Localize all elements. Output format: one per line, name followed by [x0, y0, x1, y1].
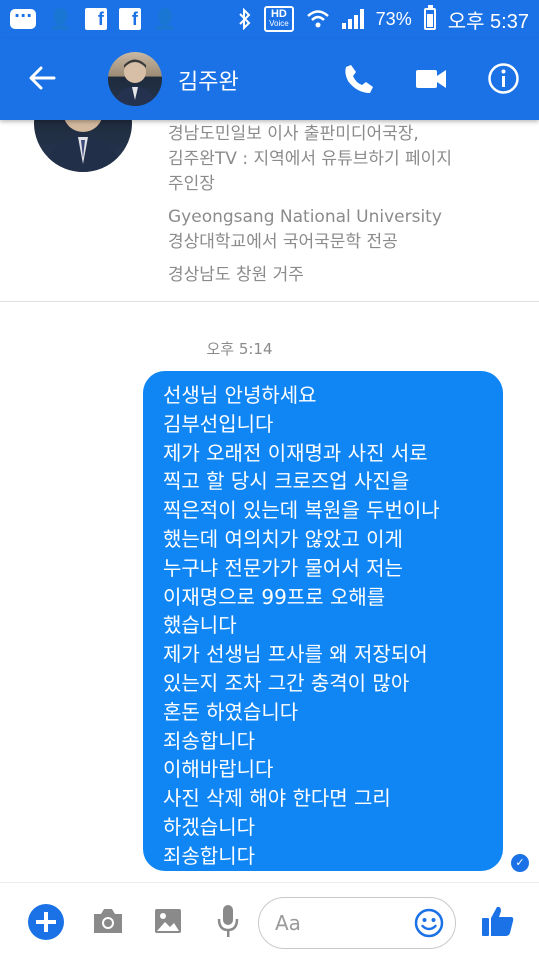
like-button[interactable] — [480, 903, 516, 939]
battery-percent: 73% — [375, 8, 412, 29]
hd-voice-badge: HD Voice — [264, 6, 294, 32]
profile-location: 경상남도 창원 거주 — [168, 265, 304, 285]
status-left: 👤 f f 👤 — [10, 6, 178, 31]
profile-line-2: 김주완TV : 지역에서 유튜브하기 페이지 — [168, 149, 452, 169]
sent-message-bubble[interactable]: 선생님 안녕하세요 김부선입니다 제가 오래전 이재명과 사진 서로 찍고 할 … — [143, 371, 503, 871]
message-line: 했는데 여의치가 않았고 이게 — [163, 526, 403, 551]
facebook-notification-icon-2: f — [118, 8, 141, 30]
wifi-icon — [306, 8, 330, 30]
contact-avatar[interactable] — [108, 52, 162, 106]
message-composer — [0, 882, 539, 960]
message-line: 제가 선생님 프사를 왜 저장되어 — [163, 642, 428, 667]
image-icon — [155, 909, 181, 933]
message-line: 있는지 조차 그간 충격이 많아 — [163, 670, 410, 695]
message-line: 이해바랍니다 — [163, 757, 274, 782]
more-actions-button[interactable] — [28, 904, 64, 940]
message-line: 사진 삭제 해야 한다면 그리 — [163, 786, 391, 811]
message-line: 혼돈 하였습니다 — [163, 699, 299, 724]
status-time: 오후 5:37 — [447, 10, 529, 33]
signal-strength-icon — [341, 9, 364, 29]
hd-voice-bottom: Voice — [269, 19, 289, 28]
back-button[interactable] — [24, 60, 60, 96]
info-icon — [488, 63, 519, 94]
timestamp-text: 오후 5:14 — [206, 340, 273, 358]
conversation-info-button[interactable] — [487, 62, 520, 95]
video-camera-icon — [416, 70, 446, 88]
bluetooth-icon — [238, 8, 252, 30]
video-call-button[interactable] — [414, 64, 448, 94]
phone-icon — [345, 65, 373, 93]
camera-icon — [94, 909, 122, 933]
profile-details: 경남도민일보 이사 출판미디어국장, 김주완TV : 지역에서 유튜브하기 페이… — [168, 122, 528, 288]
message-line: 죄송합니다 — [163, 843, 255, 868]
message-line: 이재명으로 99프로 오해를 — [163, 584, 386, 609]
battery-icon — [423, 5, 436, 30]
avatar-portrait-icon — [114, 59, 156, 106]
message-line: 찍은적이 있는데 복원을 두번이나 — [163, 498, 440, 523]
thumbs-up-icon — [482, 906, 514, 936]
delivered-check-icon: ✓ — [511, 854, 529, 872]
status-bar: 👤 f f 👤 HD Voice 73% 오후 5:37 — [0, 0, 539, 38]
voice-message-button[interactable] — [216, 903, 240, 939]
message-line: 했습니다 — [163, 613, 237, 638]
facebook-notification-icon: f — [84, 8, 107, 30]
add-friend-notification-icon-2: 👤 — [152, 7, 178, 31]
gallery-button[interactable] — [153, 906, 183, 936]
contact-profile-card: 경남도민일보 이사 출판미디어국장, 김주완TV : 지역에서 유튜브하기 페이… — [0, 74, 539, 302]
microphone-icon — [217, 905, 239, 937]
smiley-icon — [414, 908, 444, 938]
status-right: HD Voice 73% 오후 5:37 — [238, 5, 529, 34]
message-line: 하겠습니다 — [163, 814, 255, 839]
add-friend-notification-icon: 👤 — [48, 7, 73, 31]
profile-line-1: 경남도민일보 이사 출판미디어국장, — [168, 124, 419, 144]
message-timestamp: 오후 5:14 — [0, 338, 539, 359]
profile-line-3: 주인장 — [168, 174, 215, 194]
message-input-wrapper[interactable] — [258, 897, 456, 949]
conversation-header: 김주완 — [0, 38, 539, 120]
camera-button[interactable] — [91, 906, 125, 936]
voice-call-button[interactable] — [342, 62, 376, 96]
message-line: 제가 오래전 이재명과 사진 서로 — [163, 440, 428, 465]
emoji-button[interactable] — [414, 908, 444, 938]
profile-education-1: Gyeongsang National University — [168, 207, 442, 227]
message-line: 죄송합니다 — [163, 728, 255, 753]
profile-education-2: 경상대학교에서 국어국문학 전공 — [168, 232, 398, 252]
message-line: 김부선입니다 — [163, 411, 274, 436]
message-input[interactable] — [275, 908, 405, 938]
message-line: 누구냐 전문가가 물어서 저는 — [163, 555, 403, 580]
chat-notification-icon — [10, 6, 36, 29]
back-arrow-icon — [29, 66, 56, 90]
message-line: 찍고 할 당시 크로즈업 사진을 — [163, 469, 410, 494]
message-line: 선생님 안녕하세요 — [163, 383, 317, 407]
contact-name[interactable]: 김주완 — [178, 64, 239, 96]
message-list[interactable]: 오후 5:14 선생님 안녕하세요 김부선입니다 제가 오래전 이재명과 사진 … — [0, 302, 539, 882]
